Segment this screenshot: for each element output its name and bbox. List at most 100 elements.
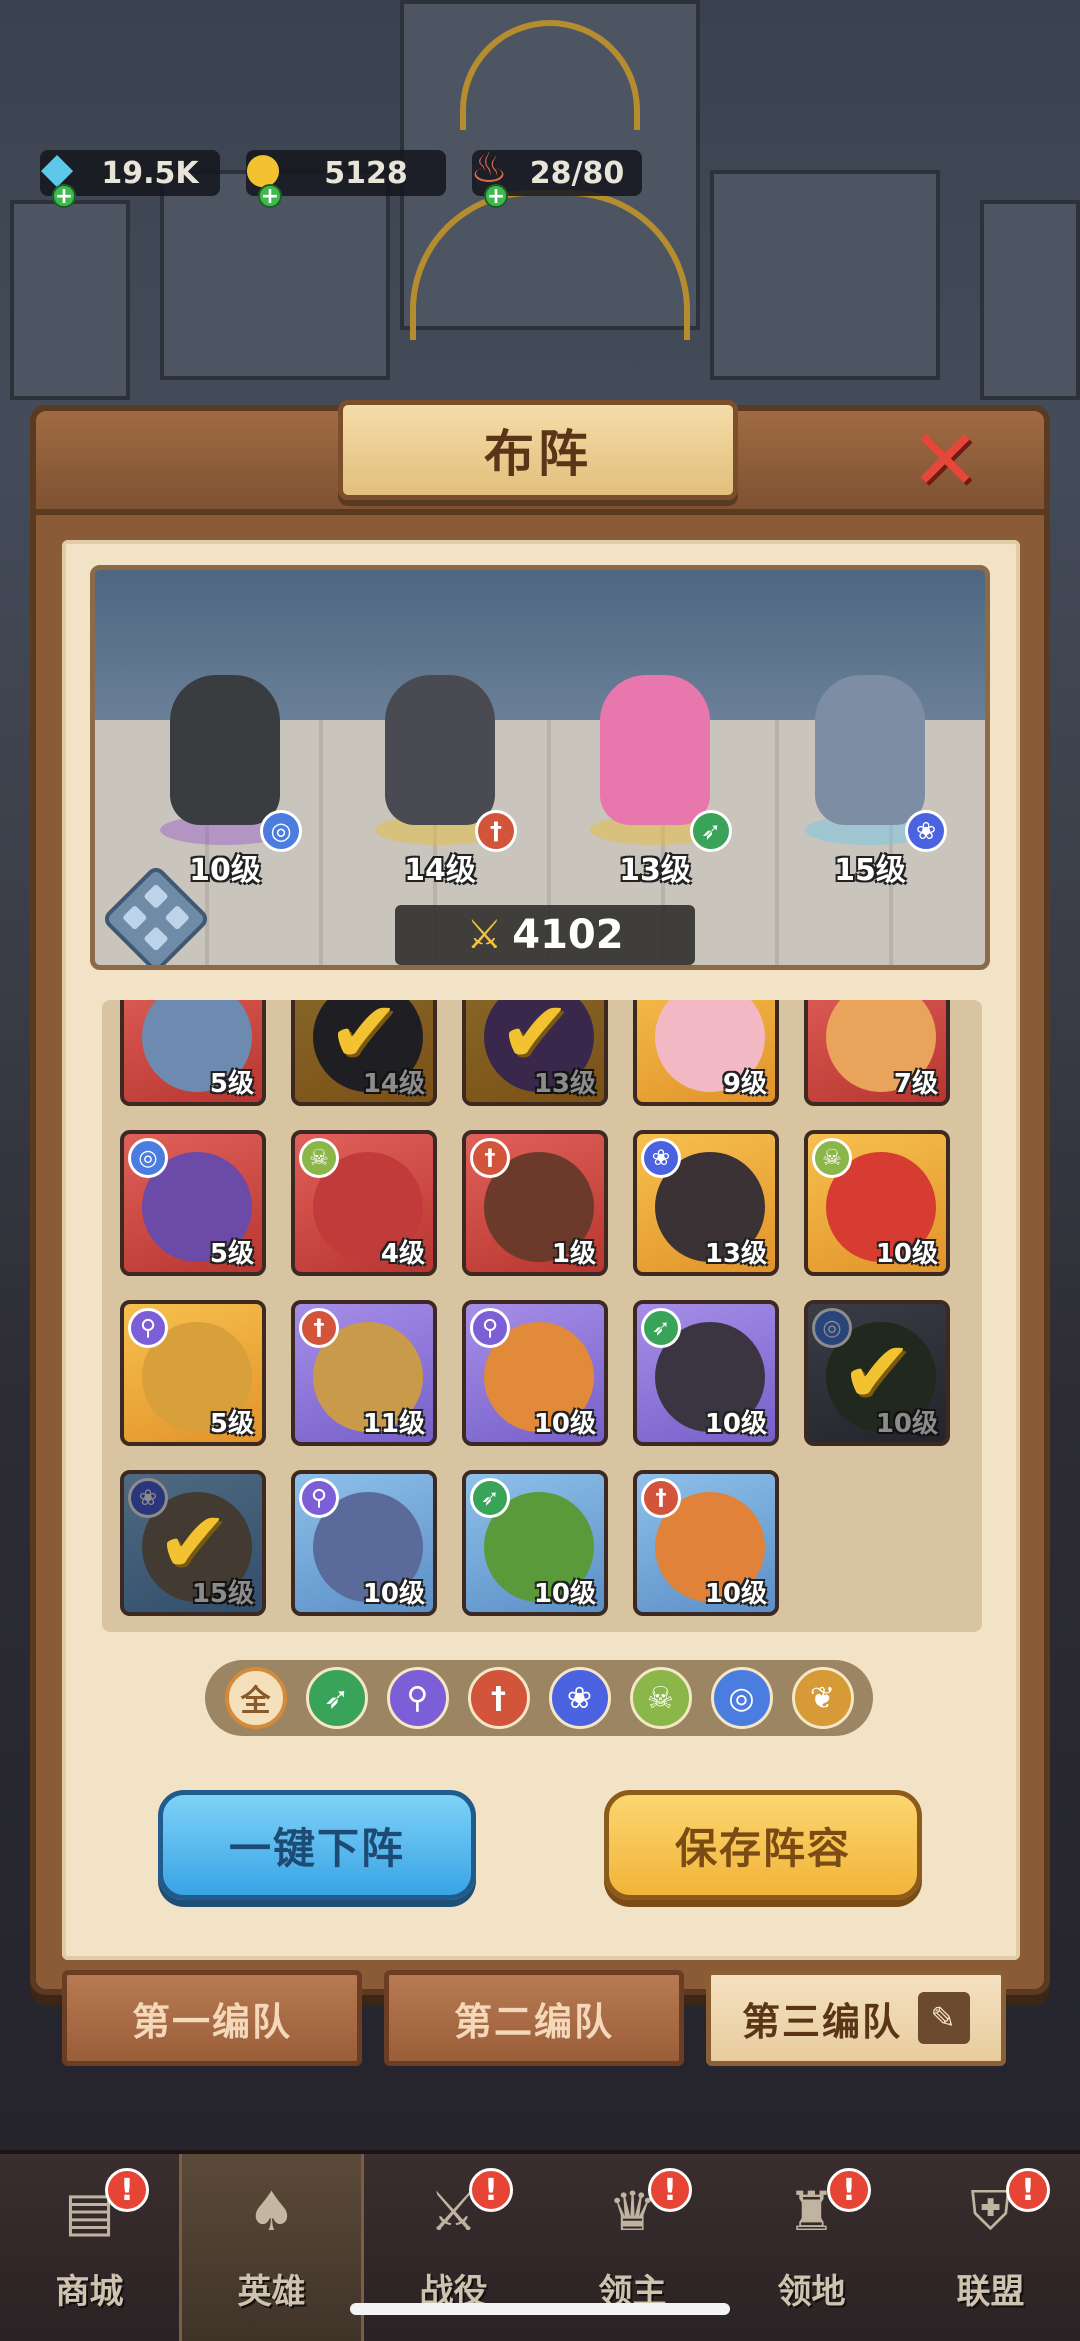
hero-sprite [170,675,280,825]
in-lineup-check-icon: ✔ [295,1000,433,1102]
lineup-level-2: 14级 [404,853,476,888]
add-gem-icon[interactable]: + [52,184,76,208]
hero-card-level: 4级 [380,1239,425,1269]
panel-title: 布阵 [484,425,592,483]
filter-spiral-icon[interactable]: ◎ [710,1667,773,1729]
tab-squad-3[interactable]: 第三编队 ✎ [706,1970,1006,2066]
hero-card-level: 10级 [704,1409,767,1439]
hero-card[interactable]: ❀ 13级 [633,1130,779,1276]
filter-sword-icon[interactable]: † [467,1667,530,1729]
nav-item-4[interactable]: ♜ 领地! [722,2154,901,2341]
hero-card[interactable]: ➶ 10级 [462,1470,608,1616]
gem-value: 19.5K [101,155,199,191]
gem-counter[interactable]: ◆ + 19.5K [40,143,220,208]
hero-card[interactable]: 13级 ✔ [462,1000,608,1106]
hero-card[interactable]: ⚲ 5级 [120,1300,266,1446]
hero-card-level: 10级 [362,1579,425,1609]
coin-counter[interactable]: ● + 5128 [245,143,446,208]
save-lineup-button[interactable]: 保存阵容 [604,1790,922,1900]
spiral-icon: ◎ [128,1138,168,1178]
lineup-slot-2[interactable]: † [355,665,525,855]
hero-card-level: 5级 [209,1409,254,1439]
hero-card[interactable]: ❀ 15级 ✔ [120,1470,266,1616]
hero-card[interactable]: ⚲ 10级 [462,1300,608,1446]
alert-badge-icon: ! [469,2168,513,2212]
hero-card[interactable]: ◎ 5级 [120,1130,266,1276]
hero-card[interactable]: ◎ 10级 ✔ [804,1300,950,1446]
tab-squad-2-label: 第二编队 [453,1999,614,2044]
resource-bar: ◆ + 19.5K ● + 5128 ♨ + 28/80 [40,143,642,208]
paw-icon: ❀ [641,1138,681,1178]
staff-icon: ⚲ [470,1308,510,1348]
hero-card-level: 5级 [209,1239,254,1269]
staff-icon: ⚲ [299,1478,339,1518]
filter-skull-icon[interactable]: ☠ [629,1667,692,1729]
hero-card-level: 10级 [875,1239,938,1269]
nav-label: 领地 [777,2272,846,2312]
home-indicator [350,2303,730,2315]
in-lineup-check-icon: ✔ [466,1000,604,1102]
sword-icon: † [299,1308,339,1348]
hero-sprite [815,675,925,825]
hero-card-level: 13级 [704,1239,767,1269]
hero-card[interactable]: ☠ 4级 [291,1130,437,1276]
tab-squad-2[interactable]: 第二编队 [384,1970,684,2066]
add-coin-icon[interactable]: + [258,184,282,208]
nav-item-0[interactable]: ▤ 商城! [0,2154,179,2341]
hero-sprite [600,675,710,825]
hero-card[interactable]: 7级 [804,1000,950,1106]
hero-card[interactable]: ⚲ 10级 [291,1470,437,1616]
hero-cards-icon: ♠ [247,2179,296,2243]
alert-badge-icon: ! [648,2168,692,2212]
hero-card[interactable]: 14级 ✔ [291,1000,437,1106]
lineup-level-4: 15级 [834,853,906,888]
hero-card[interactable]: 5级 [120,1000,266,1106]
hero-card-level: 10级 [704,1579,767,1609]
add-food-icon[interactable]: + [484,184,508,208]
hero-card-level: 5级 [209,1069,254,1099]
skull-icon: ☠ [812,1138,852,1178]
rename-quill-icon[interactable]: ✎ [918,1992,970,2044]
close-button[interactable]: ✕ [905,418,985,502]
lineup-slot-1[interactable]: ◎ [140,665,310,855]
hero-card[interactable]: † 10级 [633,1470,779,1616]
hero-card-level: 7级 [893,1069,938,1099]
lineup-preview: ◎ 10级 † 14级 ➶ 13级 ❀ 15级 ⚔ 4102 [90,565,990,970]
tab-squad-1[interactable]: 第一编队 [62,1970,362,2066]
hero-card[interactable]: ☠ 10级 [804,1130,950,1276]
hero-card[interactable]: ➶ 10级 [633,1300,779,1446]
castle-right-wing [710,170,940,380]
hero-card-level: 10级 [533,1409,596,1439]
nav-label: 联盟 [956,2272,1025,2312]
food-counter[interactable]: ♨ + 28/80 [470,143,642,208]
filter-all[interactable]: 全 [224,1667,287,1729]
class-filter-bar: 全 ➶ ⚲ † ❀ ☠ ◎ ❦ [205,1660,873,1736]
hero-sprite [385,675,495,825]
nav-label: 英雄 [237,2272,306,2312]
tab-squad-3-label: 第三编队 [741,1999,902,2044]
title-ribbon: 布阵 [303,400,773,513]
unequip-all-button[interactable]: 一键下阵 [158,1790,476,1900]
filter-staff-icon[interactable]: ⚲ [386,1667,449,1729]
sword-icon: † [641,1478,681,1518]
bow-icon: ➶ [470,1478,510,1518]
filter-bow-icon[interactable]: ➶ [305,1667,368,1729]
team-power-value: 4102 [512,912,624,958]
alert-badge-icon: ! [105,2168,149,2212]
hero-card-level: 9级 [722,1069,767,1099]
hero-card[interactable]: 9级 [633,1000,779,1106]
tab-squad-1-label: 第一编队 [131,1999,292,2044]
hero-card[interactable]: † 11级 [291,1300,437,1446]
nav-item-5[interactable]: ⛨ 联盟! [901,2154,1080,2341]
nav-item-1[interactable]: ♠ 英雄 [179,2154,364,2341]
filter-paw-icon[interactable]: ❀ [548,1667,611,1729]
lineup-level-3: 13级 [619,853,691,888]
hero-roster[interactable]: 5级 14级 ✔ 13级 ✔ 9级 7级 ◎ 5级 ☠ 4级 † 1级 ❀ 13级 ☠ 10级 ⚲ 5级 † 11级 ⚲ 1… [102,1000,982,1632]
lineup-slot-3[interactable]: ➶ [570,665,740,855]
in-lineup-check-icon: ✔ [808,1304,946,1442]
filter-wing-icon[interactable]: ❦ [791,1667,854,1729]
lineup-slot-4[interactable]: ❀ [785,665,955,855]
food-value: 28/80 [529,155,625,191]
hero-card[interactable]: † 1级 [462,1130,608,1276]
alert-badge-icon: ! [827,2168,871,2212]
